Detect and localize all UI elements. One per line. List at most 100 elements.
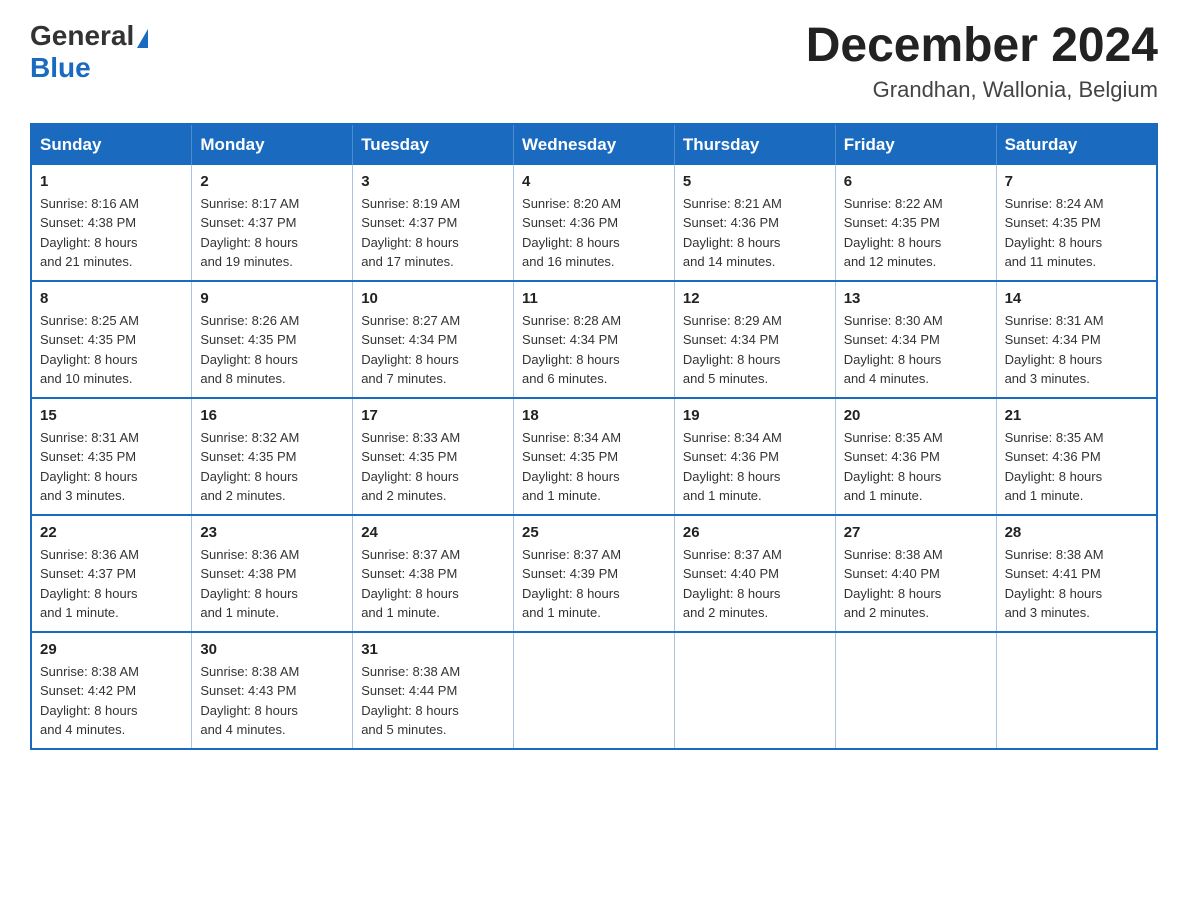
day-number: 31 <box>361 641 505 658</box>
day-info: Sunrise: 8:34 AMSunset: 4:35 PMDaylight:… <box>522 428 666 506</box>
calendar-day-cell: 25 Sunrise: 8:37 AMSunset: 4:39 PMDayligh… <box>514 515 675 632</box>
day-info: Sunrise: 8:36 AMSunset: 4:37 PMDaylight:… <box>40 545 183 623</box>
calendar-day-cell: 10 Sunrise: 8:27 AMSunset: 4:34 PMDayligh… <box>353 281 514 398</box>
logo-blue-text: Blue <box>30 52 91 83</box>
day-info: Sunrise: 8:17 AMSunset: 4:37 PMDaylight:… <box>200 194 344 272</box>
day-number: 10 <box>361 290 505 307</box>
page-header: General Blue December 2024 Grandhan, Wal… <box>30 20 1158 103</box>
logo-triangle-icon <box>137 29 148 48</box>
calendar-header-row: Sunday Monday Tuesday Wednesday Thursday… <box>31 124 1157 165</box>
calendar-day-cell: 26 Sunrise: 8:37 AMSunset: 4:40 PMDayligh… <box>674 515 835 632</box>
day-number: 4 <box>522 173 666 190</box>
day-info: Sunrise: 8:28 AMSunset: 4:34 PMDaylight:… <box>522 311 666 389</box>
day-info: Sunrise: 8:35 AMSunset: 4:36 PMDaylight:… <box>1005 428 1148 506</box>
day-info: Sunrise: 8:21 AMSunset: 4:36 PMDaylight:… <box>683 194 827 272</box>
day-info: Sunrise: 8:29 AMSunset: 4:34 PMDaylight:… <box>683 311 827 389</box>
day-info: Sunrise: 8:16 AMSunset: 4:38 PMDaylight:… <box>40 194 183 272</box>
calendar-day-cell: 24Sunrise: 8:37 AMSunset: 4:38 PMDayligh… <box>353 515 514 632</box>
title-section: December 2024 Grandhan, Wallonia, Belgiu… <box>806 20 1158 103</box>
calendar-day-cell: 31 Sunrise: 8:38 AMSunset: 4:44 PMDayligh… <box>353 632 514 749</box>
day-number: 25 <box>522 524 666 541</box>
logo: General Blue <box>30 20 148 84</box>
day-number: 30 <box>200 641 344 658</box>
day-number: 20 <box>844 407 988 424</box>
day-number: 18 <box>522 407 666 424</box>
day-info: Sunrise: 8:35 AMSunset: 4:36 PMDaylight:… <box>844 428 988 506</box>
calendar-day-cell: 11 Sunrise: 8:28 AMSunset: 4:34 PMDayligh… <box>514 281 675 398</box>
day-info: Sunrise: 8:37 AMSunset: 4:39 PMDaylight:… <box>522 545 666 623</box>
day-number: 12 <box>683 290 827 307</box>
day-number: 23 <box>200 524 344 541</box>
day-info: Sunrise: 8:37 AMSunset: 4:38 PMDaylight:… <box>361 545 505 623</box>
day-info: Sunrise: 8:30 AMSunset: 4:34 PMDaylight:… <box>844 311 988 389</box>
col-header-saturday: Saturday <box>996 124 1157 165</box>
calendar-day-cell: 20 Sunrise: 8:35 AMSunset: 4:36 PMDayligh… <box>835 398 996 515</box>
calendar-week-row: 22 Sunrise: 8:36 AMSunset: 4:37 PMDayligh… <box>31 515 1157 632</box>
day-number: 11 <box>522 290 666 307</box>
day-number: 22 <box>40 524 183 541</box>
day-number: 21 <box>1005 407 1148 424</box>
col-header-friday: Friday <box>835 124 996 165</box>
day-info: Sunrise: 8:27 AMSunset: 4:34 PMDaylight:… <box>361 311 505 389</box>
location-subtitle: Grandhan, Wallonia, Belgium <box>806 77 1158 103</box>
day-number: 8 <box>40 290 183 307</box>
calendar-day-cell: 21 Sunrise: 8:35 AMSunset: 4:36 PMDayligh… <box>996 398 1157 515</box>
calendar-day-cell: 27Sunrise: 8:38 AMSunset: 4:40 PMDayligh… <box>835 515 996 632</box>
calendar-week-row: 15Sunrise: 8:31 AMSunset: 4:35 PMDayligh… <box>31 398 1157 515</box>
day-info: Sunrise: 8:38 AMSunset: 4:42 PMDaylight:… <box>40 662 183 740</box>
col-header-thursday: Thursday <box>674 124 835 165</box>
day-number: 29 <box>40 641 183 658</box>
day-info: Sunrise: 8:22 AMSunset: 4:35 PMDaylight:… <box>844 194 988 272</box>
day-info: Sunrise: 8:36 AMSunset: 4:38 PMDaylight:… <box>200 545 344 623</box>
calendar-day-cell <box>674 632 835 749</box>
day-number: 2 <box>200 173 344 190</box>
day-info: Sunrise: 8:32 AMSunset: 4:35 PMDaylight:… <box>200 428 344 506</box>
calendar-day-cell <box>835 632 996 749</box>
day-info: Sunrise: 8:38 AMSunset: 4:40 PMDaylight:… <box>844 545 988 623</box>
day-number: 6 <box>844 173 988 190</box>
calendar-day-cell <box>996 632 1157 749</box>
calendar-week-row: 1 Sunrise: 8:16 AMSunset: 4:38 PMDaylight… <box>31 165 1157 281</box>
day-info: Sunrise: 8:37 AMSunset: 4:40 PMDaylight:… <box>683 545 827 623</box>
month-title: December 2024 <box>806 20 1158 73</box>
day-info: Sunrise: 8:26 AMSunset: 4:35 PMDaylight:… <box>200 311 344 389</box>
calendar-day-cell <box>514 632 675 749</box>
calendar-day-cell: 6 Sunrise: 8:22 AMSunset: 4:35 PMDaylight… <box>835 165 996 281</box>
calendar-day-cell: 29 Sunrise: 8:38 AMSunset: 4:42 PMDayligh… <box>31 632 192 749</box>
calendar-day-cell: 17Sunrise: 8:33 AMSunset: 4:35 PMDayligh… <box>353 398 514 515</box>
calendar-table: Sunday Monday Tuesday Wednesday Thursday… <box>30 123 1158 750</box>
calendar-day-cell: 23 Sunrise: 8:36 AMSunset: 4:38 PMDayligh… <box>192 515 353 632</box>
day-info: Sunrise: 8:33 AMSunset: 4:35 PMDaylight:… <box>361 428 505 506</box>
calendar-week-row: 29 Sunrise: 8:38 AMSunset: 4:42 PMDayligh… <box>31 632 1157 749</box>
calendar-day-cell: 1 Sunrise: 8:16 AMSunset: 4:38 PMDaylight… <box>31 165 192 281</box>
day-number: 1 <box>40 173 183 190</box>
day-number: 13 <box>844 290 988 307</box>
day-number: 5 <box>683 173 827 190</box>
calendar-day-cell: 4 Sunrise: 8:20 AMSunset: 4:36 PMDaylight… <box>514 165 675 281</box>
day-number: 14 <box>1005 290 1148 307</box>
calendar-day-cell: 2 Sunrise: 8:17 AMSunset: 4:37 PMDaylight… <box>192 165 353 281</box>
calendar-day-cell: 9 Sunrise: 8:26 AMSunset: 4:35 PMDaylight… <box>192 281 353 398</box>
day-info: Sunrise: 8:19 AMSunset: 4:37 PMDaylight:… <box>361 194 505 272</box>
day-number: 19 <box>683 407 827 424</box>
day-info: Sunrise: 8:38 AMSunset: 4:44 PMDaylight:… <box>361 662 505 740</box>
day-info: Sunrise: 8:20 AMSunset: 4:36 PMDaylight:… <box>522 194 666 272</box>
calendar-day-cell: 8 Sunrise: 8:25 AMSunset: 4:35 PMDaylight… <box>31 281 192 398</box>
calendar-day-cell: 18 Sunrise: 8:34 AMSunset: 4:35 PMDayligh… <box>514 398 675 515</box>
day-number: 16 <box>200 407 344 424</box>
day-info: Sunrise: 8:25 AMSunset: 4:35 PMDaylight:… <box>40 311 183 389</box>
day-number: 15 <box>40 407 183 424</box>
col-header-monday: Monday <box>192 124 353 165</box>
day-info: Sunrise: 8:38 AMSunset: 4:43 PMDaylight:… <box>200 662 344 740</box>
day-number: 26 <box>683 524 827 541</box>
calendar-day-cell: 14Sunrise: 8:31 AMSunset: 4:34 PMDayligh… <box>996 281 1157 398</box>
calendar-day-cell: 19 Sunrise: 8:34 AMSunset: 4:36 PMDayligh… <box>674 398 835 515</box>
day-number: 9 <box>200 290 344 307</box>
day-info: Sunrise: 8:34 AMSunset: 4:36 PMDaylight:… <box>683 428 827 506</box>
calendar-day-cell: 3Sunrise: 8:19 AMSunset: 4:37 PMDaylight… <box>353 165 514 281</box>
day-info: Sunrise: 8:24 AMSunset: 4:35 PMDaylight:… <box>1005 194 1148 272</box>
calendar-day-cell: 15Sunrise: 8:31 AMSunset: 4:35 PMDayligh… <box>31 398 192 515</box>
calendar-day-cell: 13 Sunrise: 8:30 AMSunset: 4:34 PMDayligh… <box>835 281 996 398</box>
calendar-week-row: 8 Sunrise: 8:25 AMSunset: 4:35 PMDaylight… <box>31 281 1157 398</box>
calendar-day-cell: 12 Sunrise: 8:29 AMSunset: 4:34 PMDayligh… <box>674 281 835 398</box>
